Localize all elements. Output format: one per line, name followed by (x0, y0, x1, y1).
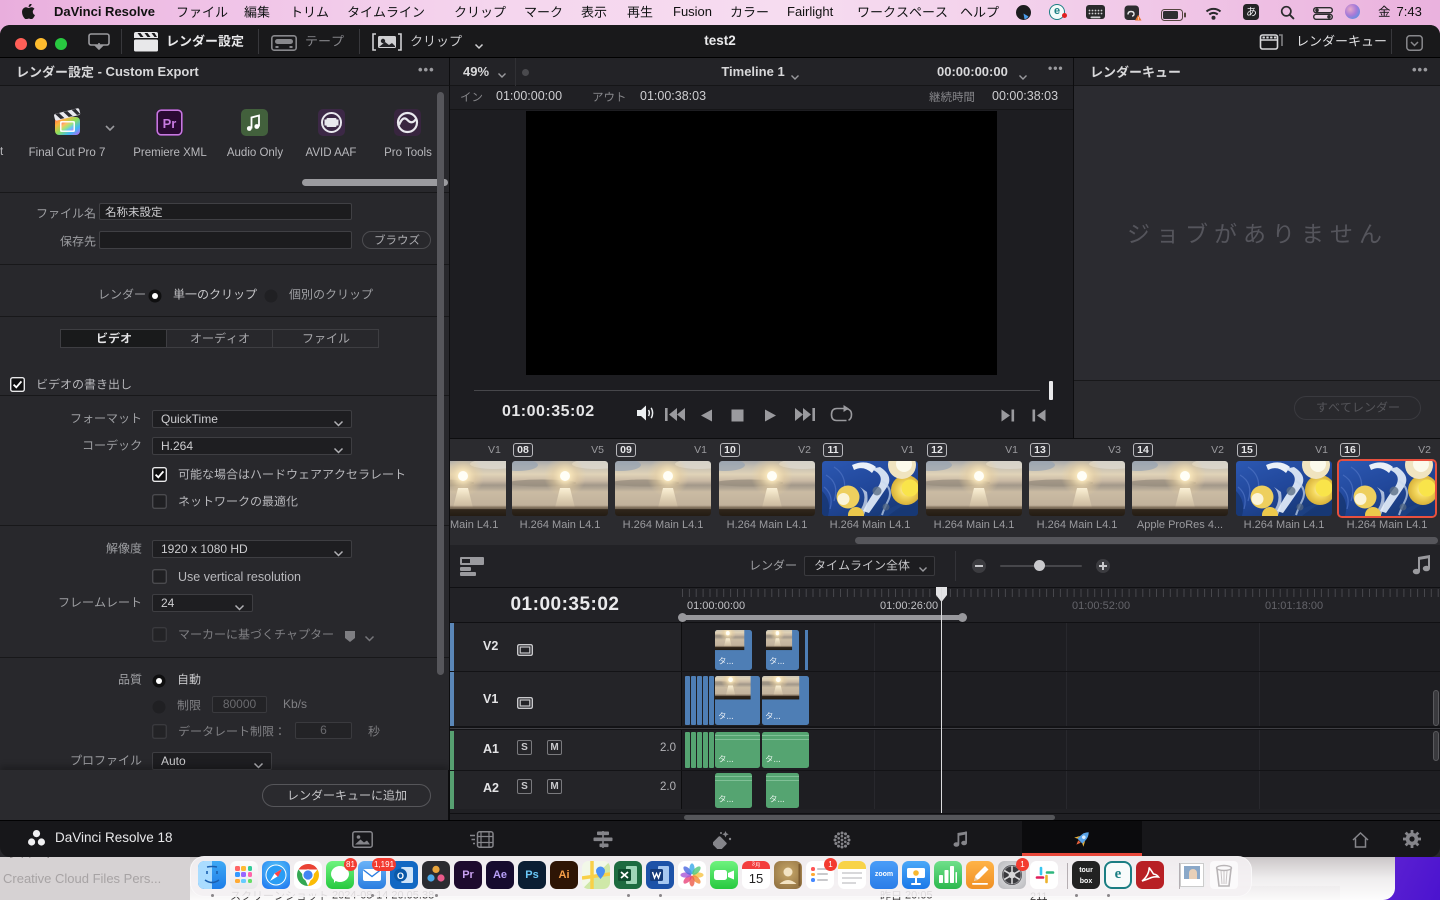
svg-text:O: O (397, 871, 404, 881)
svg-text:Pr: Pr (163, 116, 177, 131)
